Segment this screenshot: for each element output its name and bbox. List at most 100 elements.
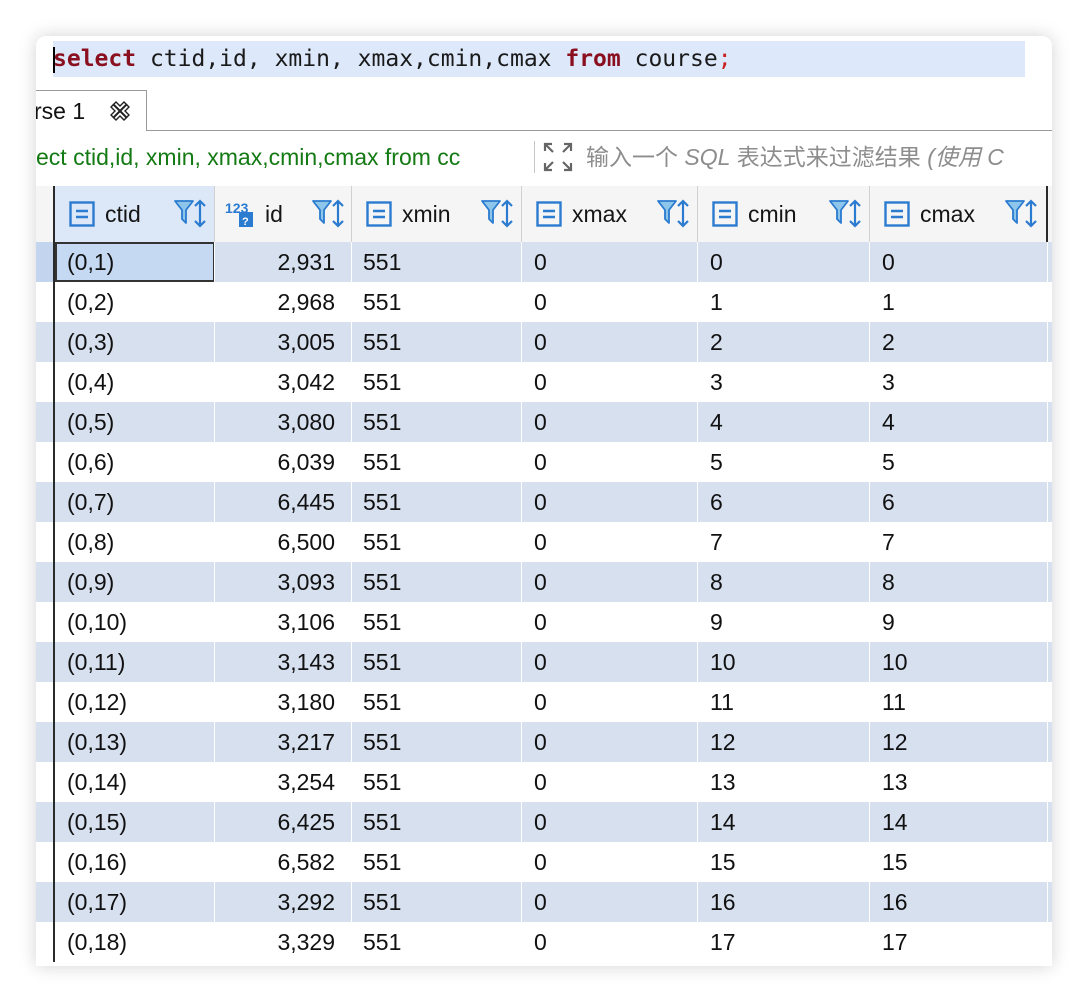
table-row[interactable]: (0,13) 3,217 551 0 12 12 xyxy=(36,722,1052,762)
table-row[interactable]: (0,2) 2,968 551 0 1 1 xyxy=(36,282,1052,322)
cell-xmin[interactable]: 551 xyxy=(352,882,522,922)
table-row[interactable]: (0,7) 6,445 551 0 6 6 xyxy=(36,482,1052,522)
column-header-id[interactable]: 123 ? id xyxy=(215,186,352,242)
cell-xmin[interactable]: 551 xyxy=(352,482,522,522)
cell-xmin[interactable]: 551 xyxy=(352,722,522,762)
row-header[interactable] xyxy=(36,922,55,962)
cell-ctid[interactable]: (0,4) xyxy=(55,362,215,402)
column-header-xmin[interactable]: xmin xyxy=(352,186,522,242)
cell-cmax[interactable]: 11 xyxy=(870,682,1048,722)
row-header[interactable] xyxy=(36,322,55,362)
cell-id[interactable]: 3,292 xyxy=(215,882,352,922)
table-row[interactable]: (0,16) 6,582 551 0 15 15 xyxy=(36,842,1052,882)
cell-xmax[interactable]: 0 xyxy=(522,322,698,362)
cell-xmin[interactable]: 551 xyxy=(352,842,522,882)
cell-ctid[interactable]: (0,16) xyxy=(55,842,215,882)
cell-cmin[interactable]: 11 xyxy=(698,682,870,722)
cell-cmin[interactable]: 3 xyxy=(698,362,870,402)
row-header[interactable] xyxy=(36,442,55,482)
row-header[interactable] xyxy=(36,242,55,282)
filter-sort-icon[interactable] xyxy=(656,198,690,230)
cell-cmax[interactable]: 0 xyxy=(870,242,1048,282)
cell-id[interactable]: 3,143 xyxy=(215,642,352,682)
cell-ctid[interactable]: (0,14) xyxy=(55,762,215,802)
table-row[interactable]: (0,17) 3,292 551 0 16 16 xyxy=(36,882,1052,922)
cell-id[interactable]: 6,445 xyxy=(215,482,352,522)
column-header-ctid[interactable]: ctid xyxy=(55,186,215,242)
table-row[interactable]: (0,8) 6,500 551 0 7 7 xyxy=(36,522,1052,562)
cell-xmax[interactable]: 0 xyxy=(522,442,698,482)
table-row[interactable]: (0,11) 3,143 551 0 10 10 xyxy=(36,642,1052,682)
table-row[interactable]: (0,15) 6,425 551 0 14 14 xyxy=(36,802,1052,842)
cell-cmin[interactable]: 1 xyxy=(698,282,870,322)
cell-cmax[interactable]: 6 xyxy=(870,482,1048,522)
cell-id[interactable]: 6,039 xyxy=(215,442,352,482)
cell-cmin[interactable]: 12 xyxy=(698,722,870,762)
filter-input[interactable]: 输入一个 SQL 表达式来过滤结果 (使用 C xyxy=(586,139,1004,175)
cell-id[interactable]: 3,217 xyxy=(215,722,352,762)
cell-cmax[interactable]: 16 xyxy=(870,882,1048,922)
cell-cmin[interactable]: 16 xyxy=(698,882,870,922)
row-header[interactable] xyxy=(36,602,55,642)
cell-ctid[interactable]: (0,3) xyxy=(55,322,215,362)
cell-xmax[interactable]: 0 xyxy=(522,682,698,722)
table-row[interactable]: (0,5) 3,080 551 0 4 4 xyxy=(36,402,1052,442)
cell-xmin[interactable]: 551 xyxy=(352,922,522,962)
cell-cmax[interactable]: 7 xyxy=(870,522,1048,562)
sql-line[interactable]: select ctid,id, xmin, xmax,cmin,cmax fro… xyxy=(53,41,1025,77)
cell-xmin[interactable]: 551 xyxy=(352,802,522,842)
cell-cmax[interactable]: 14 xyxy=(870,802,1048,842)
cell-cmin[interactable]: 4 xyxy=(698,402,870,442)
cell-xmax[interactable]: 0 xyxy=(522,882,698,922)
row-header-corner[interactable] xyxy=(36,186,55,242)
cell-xmin[interactable]: 551 xyxy=(352,402,522,442)
column-header-cmax[interactable]: cmax xyxy=(870,186,1048,242)
table-row[interactable]: (0,6) 6,039 551 0 5 5 xyxy=(36,442,1052,482)
table-row[interactable]: (0,3) 3,005 551 0 2 2 xyxy=(36,322,1052,362)
cell-id[interactable]: 6,500 xyxy=(215,522,352,562)
filter-sort-icon[interactable] xyxy=(1004,198,1038,230)
cell-xmax[interactable]: 0 xyxy=(522,242,698,282)
cell-cmax[interactable]: 5 xyxy=(870,442,1048,482)
cell-xmin[interactable]: 551 xyxy=(352,602,522,642)
cell-cmax[interactable]: 8 xyxy=(870,562,1048,602)
cell-xmin[interactable]: 551 xyxy=(352,682,522,722)
cell-cmax[interactable]: 2 xyxy=(870,322,1048,362)
cell-xmax[interactable]: 0 xyxy=(522,402,698,442)
cell-xmax[interactable]: 0 xyxy=(522,722,698,762)
cell-xmax[interactable]: 0 xyxy=(522,482,698,522)
cell-cmin[interactable]: 0 xyxy=(698,242,870,282)
row-header[interactable] xyxy=(36,682,55,722)
cell-cmax[interactable]: 3 xyxy=(870,362,1048,402)
filter-sort-icon[interactable] xyxy=(311,198,345,230)
cell-id[interactable]: 3,080 xyxy=(215,402,352,442)
cell-xmax[interactable]: 0 xyxy=(522,762,698,802)
cell-cmax[interactable]: 17 xyxy=(870,922,1048,962)
cell-ctid[interactable]: (0,1) xyxy=(55,242,215,282)
row-header[interactable] xyxy=(36,762,55,802)
cell-cmin[interactable]: 6 xyxy=(698,482,870,522)
filter-query-text[interactable]: ect ctid,id, xmin, xmax,cmin,cmax from c… xyxy=(36,139,526,175)
row-header[interactable] xyxy=(36,722,55,762)
cell-cmax[interactable]: 10 xyxy=(870,642,1048,682)
cell-cmin[interactable]: 13 xyxy=(698,762,870,802)
cell-xmax[interactable]: 0 xyxy=(522,362,698,402)
cell-ctid[interactable]: (0,11) xyxy=(55,642,215,682)
row-header[interactable] xyxy=(36,882,55,922)
row-header[interactable] xyxy=(36,362,55,402)
cell-cmax[interactable]: 12 xyxy=(870,722,1048,762)
table-row[interactable]: (0,18) 3,329 551 0 17 17 xyxy=(36,922,1052,962)
cell-xmin[interactable]: 551 xyxy=(352,242,522,282)
cell-ctid[interactable]: (0,13) xyxy=(55,722,215,762)
table-row[interactable]: (0,1) 2,931 551 0 0 0 xyxy=(36,242,1052,282)
cell-xmin[interactable]: 551 xyxy=(352,282,522,322)
table-row[interactable]: (0,4) 3,042 551 0 3 3 xyxy=(36,362,1052,402)
table-row[interactable]: (0,9) 3,093 551 0 8 8 xyxy=(36,562,1052,602)
cell-id[interactable]: 3,254 xyxy=(215,762,352,802)
row-header[interactable] xyxy=(36,642,55,682)
close-tab-icon[interactable] xyxy=(108,99,132,123)
cell-cmin[interactable]: 14 xyxy=(698,802,870,842)
row-header[interactable] xyxy=(36,522,55,562)
cell-cmin[interactable]: 9 xyxy=(698,602,870,642)
filter-sort-icon[interactable] xyxy=(480,198,514,230)
